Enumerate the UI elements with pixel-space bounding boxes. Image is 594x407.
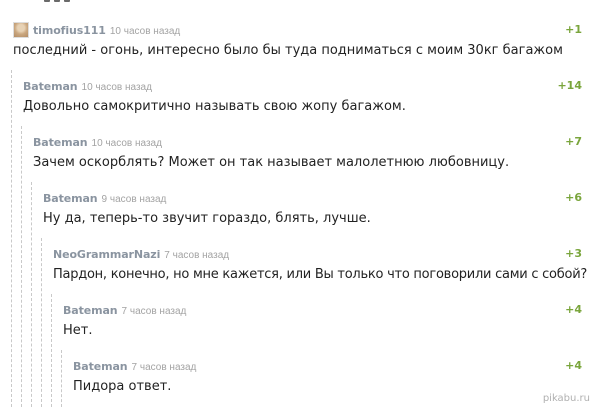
comment-text: Зачем оскорблять? Может он так называет … [33,155,510,170]
comment-rating: +4 [565,359,582,372]
comment: Bateman 7 часов назад +4 Нет. [63,302,582,340]
comment-text: Пардон, конечно, но мне кажется, или Вы … [53,267,588,282]
thread-line-1[interactable] [11,70,12,407]
comment-text: Ну да, теперь-то звучит гораздо, блять, … [43,211,371,226]
comment-text: Нет. [63,323,93,338]
thread-line-2[interactable] [21,126,22,407]
site-watermark: pikabu.ru [542,393,590,404]
comment: Bateman 10 часов назад +7 Зачем оскорблят… [33,134,582,172]
thread-line-5[interactable] [51,294,52,407]
comment: NeoGrammarNazi 7 часов назад +3 Пардон, к… [53,246,588,284]
cropped-text-fragment [44,0,104,2]
comment-author[interactable]: timofius111 [33,24,106,37]
comment-author[interactable]: Bateman [43,192,98,205]
comment-text: Довольно самокритично называть свою жопу… [23,99,406,114]
comment-header: timofius111 10 часов назад +1 [13,22,582,38]
comment-time[interactable]: 7 часов назад [132,362,197,373]
thread-line-6[interactable] [61,350,62,407]
comment: Bateman 7 часов назад +4 Пидора ответ. [73,358,582,396]
comment-header: Bateman 10 часов назад +14 [23,78,582,94]
comment-rating: +1 [565,23,582,36]
comment-header: NeoGrammarNazi 7 часов назад +3 [53,246,582,262]
comment-time[interactable]: 10 часов назад [92,138,162,149]
comment: Bateman 10 часов назад +14 Довольно самок… [23,78,582,116]
comment-time[interactable]: 7 часов назад [164,250,229,261]
comment-time[interactable]: 10 часов назад [82,82,152,93]
comment-rating: +6 [565,191,582,204]
comment-text: последний - огонь, интересно было бы туд… [13,43,563,58]
comment-text: Пидора ответ. [73,379,172,394]
comment-time[interactable]: 10 часов назад [110,26,180,37]
comment-rating: +4 [565,303,582,316]
comment-author[interactable]: NeoGrammarNazi [53,248,160,261]
comment-rating: +3 [565,247,582,260]
comment-header: Bateman 10 часов назад +7 [33,134,582,150]
comment: Bateman 9 часов назад +6 Ну да, теперь-то… [43,190,582,228]
comment: timofius111 10 часов назад +1 последний -… [13,22,582,60]
comment-author[interactable]: Bateman [23,80,78,93]
thread-line-4[interactable] [41,238,42,407]
comment-header: Bateman 7 часов назад +4 [73,358,582,374]
user-avatar[interactable] [13,22,29,38]
comment-author[interactable]: Bateman [73,360,128,373]
comment-author[interactable]: Bateman [33,136,88,149]
comment-header: Bateman 9 часов назад +6 [43,190,582,206]
comment-rating: +14 [557,79,582,92]
comment-rating: +7 [565,135,582,148]
comment-time[interactable]: 9 часов назад [102,194,167,205]
comment-time[interactable]: 7 часов назад [122,306,187,317]
comment-header: Bateman 7 часов назад +4 [63,302,582,318]
comment-author[interactable]: Bateman [63,304,118,317]
thread-line-3[interactable] [31,182,32,407]
